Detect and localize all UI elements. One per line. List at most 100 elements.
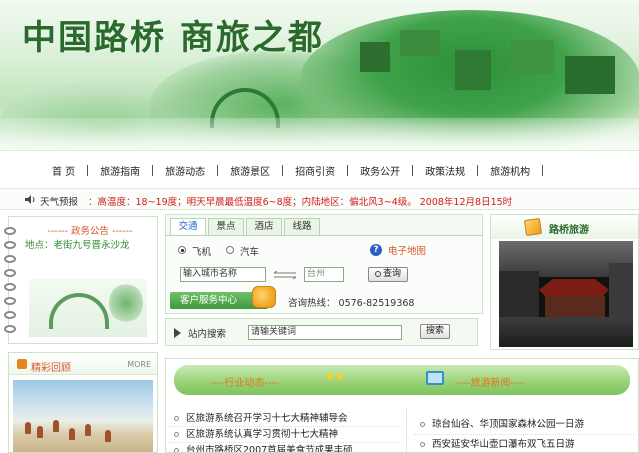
- bullet-icon: [420, 422, 425, 427]
- query-button-label: 查询: [382, 269, 401, 279]
- spiral-ring: [4, 297, 16, 305]
- tourism-news-list: 琼台仙谷、华顶国家森林公园一日游 西安延安华山壶口瀑布双飞五日游: [414, 415, 636, 452]
- weather-text[interactable]: ：高温度：18~19度；明天早晨最低温度6~8度；内陆地区：偏北风3~4级。 2…: [88, 194, 512, 208]
- list-item[interactable]: 琼台仙谷、华顶国家森林公园一日游: [414, 415, 636, 435]
- nav-link-investment[interactable]: 招商引资: [295, 163, 335, 178]
- spiral-ring: [4, 255, 16, 263]
- beach-photo[interactable]: [13, 380, 153, 452]
- phone-icon: [252, 286, 276, 308]
- news-item-text: 台州市路桥区2007首届美食节成果丰硕: [186, 445, 353, 453]
- nav-item-government: 政务公开: [335, 163, 400, 178]
- list-item[interactable]: 区旅游系统认真学习贯彻十七大精神: [168, 427, 402, 443]
- nav-separator: [477, 165, 479, 176]
- banner-house: [400, 30, 440, 56]
- tab-routes[interactable]: 线路: [284, 218, 320, 235]
- query-button[interactable]: 查询: [368, 267, 408, 282]
- tab-attractions[interactable]: 景点: [208, 218, 244, 235]
- news-item-text: 西安延安华山壶口瀑布双飞五日游: [432, 439, 575, 450]
- highlights-title: 精彩回顾: [31, 363, 71, 374]
- notice-address[interactable]: 地点：老街九号晋永沙龙: [25, 237, 130, 251]
- video-header: 路桥旅游: [491, 215, 638, 239]
- nav-link-home[interactable]: 首 页: [52, 163, 75, 178]
- industry-news-heading[interactable]: ----行业动态----: [210, 374, 279, 389]
- nav-link-agencies[interactable]: 旅游机构: [490, 163, 530, 178]
- nav-link-policy[interactable]: 政策法规: [425, 163, 465, 178]
- origin-city-input[interactable]: 输入城市名称: [180, 267, 266, 282]
- luqiao-tourism-video-panel: 路桥旅游: [490, 214, 639, 350]
- travel-tabs: 交通 景点 酒店 线路: [170, 218, 322, 235]
- highlights-panel: 精彩回顾 MORE: [8, 352, 158, 453]
- travel-tab-body: 飞机 汽车 ? 电子地图 输入城市名称 台州 查询 客户服务中心 咨询热线： 0…: [166, 235, 482, 313]
- spiral-ring: [4, 283, 16, 291]
- magnifier-icon: [374, 271, 381, 277]
- search-input[interactable]: 请输关键词: [248, 325, 402, 340]
- site-search-bar: 站内搜索 请输关键词 搜索: [165, 318, 478, 346]
- map-link[interactable]: 电子地图: [388, 243, 426, 257]
- bullet-icon: [420, 442, 425, 447]
- nav-item-policy: 政策法规: [400, 163, 465, 178]
- nav-item-guide: 旅游指南: [75, 163, 140, 178]
- nav-link-guide[interactable]: 旅游指南: [100, 163, 140, 178]
- photo-person: [25, 422, 31, 434]
- nav-list: 首 页 旅游指南 旅游动态 旅游景区 招商引资 政务公开 政策法规 旅游机构: [52, 163, 555, 178]
- main-nav: 首 页 旅游指南 旅游动态 旅游景区 招商引资 政务公开 政策法规 旅游机构: [0, 150, 639, 188]
- spiral-ring: [4, 227, 16, 235]
- plane-label: 飞机: [192, 247, 212, 258]
- nav-separator: [412, 165, 414, 176]
- plane-radio[interactable]: [178, 246, 186, 254]
- spiral-ring: [4, 311, 16, 319]
- spiral-ring: [4, 325, 16, 333]
- stars-icon: ★★: [324, 370, 345, 385]
- government-notice-panel: ------ 政务公告 ------ 地点：老街九号晋永沙龙: [4, 216, 158, 344]
- monitor-icon: [426, 371, 444, 385]
- spiral-ring: [4, 269, 16, 277]
- highlights-bullet-icon: [17, 359, 27, 369]
- highlights-header: 精彩回顾 MORE: [9, 353, 157, 375]
- video-pavilion-roof: [539, 279, 609, 297]
- news-item-text: 区旅游系统召开学习十七大精神辅导会: [186, 413, 348, 424]
- tourism-news-heading[interactable]: ----旅游新闻----: [456, 374, 525, 389]
- destination-city-input[interactable]: 台州: [304, 267, 344, 282]
- nav-item-scenic: 旅游景区: [205, 163, 270, 178]
- spiral-ring: [4, 241, 16, 249]
- news-item-text: 区旅游系统认真学习贯彻十七大精神: [186, 429, 339, 440]
- bullet-icon: [174, 416, 179, 421]
- banner-house: [455, 50, 491, 90]
- car-radio[interactable]: [226, 246, 234, 254]
- notebook-spiral: [4, 227, 16, 337]
- tourism-icon: [523, 217, 543, 237]
- news-section: ----行业动态---- ★★ ----旅游新闻---- 区旅游系统召开学习十七…: [165, 358, 639, 453]
- notice-bridge-image: [29, 279, 147, 337]
- search-button[interactable]: 搜索: [420, 324, 450, 339]
- list-item[interactable]: 西安延安华山壶口瀑布双飞五日游: [414, 435, 636, 452]
- bridge-arc: [49, 293, 109, 329]
- weather-ticker: 天气预报 ：高温度：18~19度；明天早晨最低温度6~8度；内陆地区：偏北风3~…: [0, 188, 639, 210]
- video-water: [499, 317, 633, 347]
- site-title: 中国路桥 商旅之都: [22, 18, 324, 58]
- news-divider: [406, 409, 407, 452]
- highlights-more-link[interactable]: MORE: [127, 360, 151, 369]
- nav-link-news[interactable]: 旅游动态: [165, 163, 205, 178]
- tab-hotels[interactable]: 酒店: [246, 218, 282, 235]
- help-icon[interactable]: ?: [370, 244, 382, 256]
- swap-arrows-icon: [273, 270, 297, 280]
- list-item[interactable]: 台州市路桥区2007首届美食节成果丰硕: [168, 443, 402, 453]
- nav-link-government[interactable]: 政务公开: [360, 163, 400, 178]
- banner-house: [565, 56, 615, 94]
- photo-person: [85, 424, 91, 436]
- list-item[interactable]: 区旅游系统召开学习十七大精神辅导会: [168, 411, 402, 427]
- news-item-text: 琼台仙谷、华顶国家森林公园一日游: [432, 419, 585, 430]
- tab-transport[interactable]: 交通: [170, 218, 206, 235]
- video-pavilion-wall: [545, 296, 605, 318]
- nav-item-home: 首 页: [52, 163, 75, 178]
- nav-separator: [282, 165, 284, 176]
- video-title: 路桥旅游: [549, 225, 589, 236]
- nav-link-scenic[interactable]: 旅游景区: [230, 163, 270, 178]
- video-player[interactable]: [499, 241, 633, 347]
- nav-separator: [347, 165, 349, 176]
- tree-shape: [109, 283, 143, 323]
- photo-person: [69, 428, 75, 440]
- travel-info-panel: 交通 景点 酒店 线路 飞机 汽车 ? 电子地图 输入城市名称 台州 查询 客户…: [165, 214, 483, 314]
- photo-person: [37, 426, 43, 438]
- news-header-bar: ----行业动态---- ★★ ----旅游新闻----: [174, 365, 630, 395]
